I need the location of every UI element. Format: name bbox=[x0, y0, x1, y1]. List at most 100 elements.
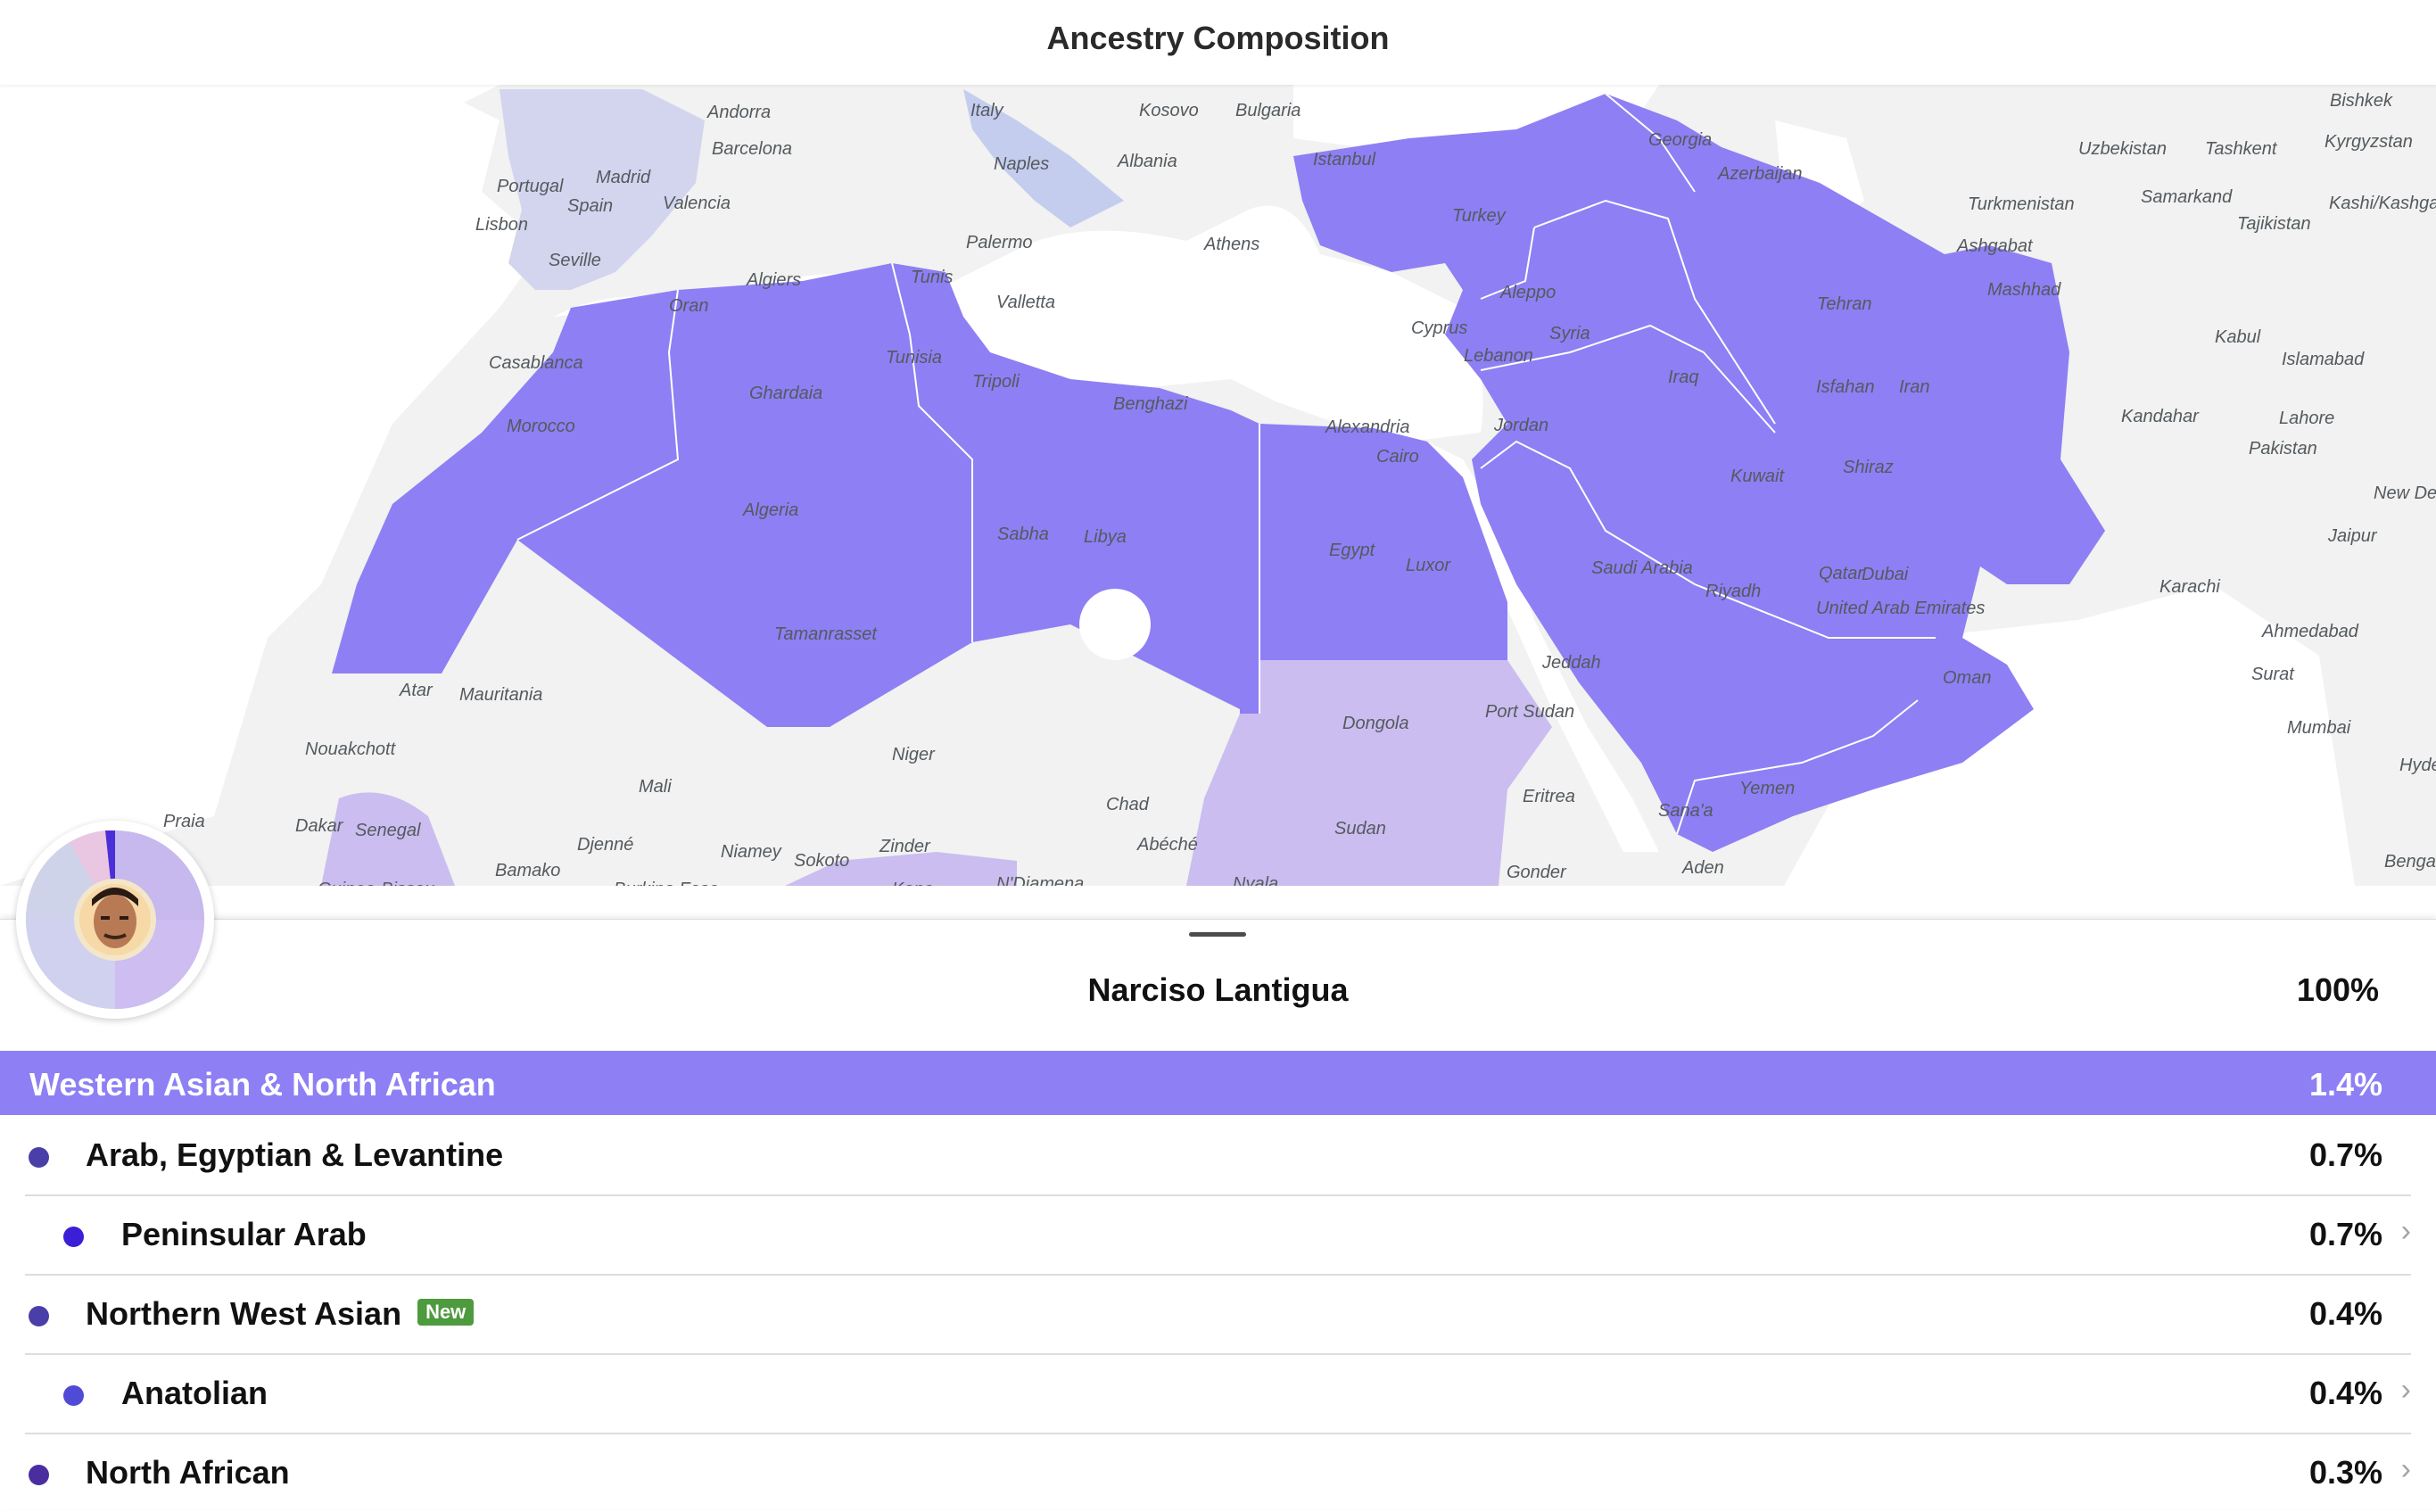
map-label: Tamanrasset bbox=[774, 624, 877, 644]
map-label: Samarkand bbox=[2141, 187, 2233, 207]
row-percent: 0.7% bbox=[2308, 1136, 2382, 1173]
map-label: Kandahar bbox=[2121, 407, 2199, 426]
row-northern-west-asian[interactable]: Northern West Asian New 0.4% bbox=[25, 1274, 2411, 1355]
map-label: Jeddah bbox=[1542, 653, 1601, 673]
row-label: Northern West Asian bbox=[86, 1295, 402, 1332]
map-label: Gonder bbox=[1507, 863, 1566, 882]
map-label: Dakar bbox=[295, 816, 343, 836]
map-label: Senegal bbox=[355, 821, 421, 840]
map-label: Ashgabat bbox=[1957, 236, 2033, 256]
map-label: Jaipur bbox=[2328, 526, 2377, 546]
map-label: Kashi/Kashgar bbox=[2329, 194, 2436, 213]
map-label: Sabha bbox=[997, 525, 1049, 544]
map-label: Egypt bbox=[1329, 541, 1375, 560]
map-label: Niger bbox=[892, 745, 935, 764]
map-label: Athens bbox=[1204, 235, 1260, 254]
chevron-right-icon[interactable]: › bbox=[2401, 1214, 2411, 1249]
sheet-grabber[interactable] bbox=[1189, 932, 1246, 937]
map-label: Tajikistan bbox=[2237, 214, 2311, 234]
map-label: Yemen bbox=[1739, 779, 1796, 798]
map-label: Karachi bbox=[2159, 577, 2220, 597]
map-label: Portugal bbox=[497, 177, 564, 196]
map-label: Kyrgyzstan bbox=[2325, 132, 2413, 152]
map-label: United Arab Emirates bbox=[1816, 599, 1986, 618]
map-label: Istanbul bbox=[1313, 150, 1376, 169]
map-label: Mali bbox=[639, 777, 672, 797]
composition-sheet: Narciso Lantigua 100% Western Asian & No… bbox=[0, 919, 2436, 1509]
map-label: Iran bbox=[1899, 377, 1930, 397]
row-arab-egyptian-levantine[interactable]: Arab, Egyptian & Levantine 0.7% bbox=[25, 1115, 2411, 1196]
row-label-wrap: Northern West Asian New bbox=[86, 1295, 475, 1333]
map-label: Valletta bbox=[996, 293, 1055, 312]
map-label: Syria bbox=[1549, 324, 1590, 343]
map-label: Eritrea bbox=[1523, 787, 1575, 806]
map-label: Zinder bbox=[879, 837, 930, 856]
region-header[interactable]: Western Asian & North African 1.4% bbox=[0, 1051, 2436, 1115]
map-label: Turkey bbox=[1452, 206, 1506, 226]
map-label: Barcelona bbox=[712, 139, 793, 159]
row-percent: 0.4% bbox=[2308, 1375, 2382, 1411]
map-label: Bulgaria bbox=[1235, 101, 1301, 120]
map-label: Benghazi bbox=[1113, 394, 1188, 414]
row-label: Arab, Egyptian & Levantine bbox=[86, 1136, 504, 1173]
map-label: Jordan bbox=[1494, 416, 1549, 435]
map-label: Shiraz bbox=[1843, 458, 1894, 477]
map-label: Dubai bbox=[1862, 565, 1909, 584]
map-label: Madrid bbox=[596, 168, 651, 187]
map-label: Ahmedabad bbox=[2262, 622, 2358, 641]
map-label: Turkmenistan bbox=[1968, 194, 2075, 214]
map-label: Oman bbox=[1943, 668, 1992, 688]
map-label: Tashkent bbox=[2205, 139, 2277, 159]
region-label: Western Asian & North African bbox=[29, 1066, 496, 1103]
map-label: Saudi Arabia bbox=[1591, 558, 1693, 578]
ancestry-map[interactable]: Italy Kosovo Bulgaria Andorra Barcelona Madri… bbox=[0, 85, 2436, 886]
map-label: Port Sudan bbox=[1485, 702, 1575, 722]
map-label: Nyala bbox=[1233, 874, 1279, 886]
map-label: Sudan bbox=[1334, 819, 1386, 839]
map-label: Chad bbox=[1106, 795, 1149, 814]
row-label: Peninsular Arab bbox=[121, 1216, 367, 1252]
row-percent: 0.4% bbox=[2308, 1295, 2382, 1332]
row-label: Anatolian bbox=[121, 1375, 268, 1411]
chevron-right-icon[interactable]: › bbox=[2401, 1452, 2411, 1487]
total-percent: 100% bbox=[2296, 971, 2379, 1008]
map-label: Algeria bbox=[743, 500, 799, 520]
map-label: Burkina Faso bbox=[614, 880, 719, 886]
map-label: Tripoli bbox=[972, 372, 1020, 392]
map-label: Tehran bbox=[1817, 294, 1872, 314]
row-percent: 0.7% bbox=[2308, 1216, 2382, 1252]
ancestry-donut-avatar[interactable] bbox=[16, 821, 214, 1019]
map-label: Morocco bbox=[507, 417, 575, 436]
map-label: Mauritania bbox=[459, 685, 543, 705]
map-label: Niamey bbox=[721, 842, 781, 862]
row-label: North African bbox=[86, 1454, 290, 1491]
map-label: Ghardaia bbox=[749, 384, 823, 403]
map-label: Libya bbox=[1084, 527, 1127, 547]
map-label: Palermo bbox=[966, 233, 1033, 252]
map-label: Tunis bbox=[911, 268, 954, 287]
map-label: Andorra bbox=[707, 103, 772, 122]
map-label: Valencia bbox=[663, 194, 731, 213]
map-label: Kosovo bbox=[1139, 101, 1199, 120]
map-label: Sokoto bbox=[794, 851, 850, 871]
map-label: Bamako bbox=[495, 861, 561, 880]
map-label: Iraq bbox=[1668, 368, 1699, 387]
row-anatolian[interactable]: Anatolian 0.4% › bbox=[25, 1353, 2411, 1434]
map-label: Spain bbox=[567, 196, 614, 216]
map-label: Naples bbox=[994, 154, 1050, 174]
map-label: Djenné bbox=[577, 835, 634, 855]
row-color-dot bbox=[29, 1306, 49, 1326]
map-label: Isfahan bbox=[1816, 377, 1875, 397]
region-percent: 1.4% bbox=[2308, 1066, 2382, 1103]
map-label: Sana'a bbox=[1658, 801, 1713, 821]
map-label: Lisbon bbox=[475, 215, 528, 235]
map-label: Aden bbox=[1682, 858, 1724, 878]
row-color-dot bbox=[29, 1147, 49, 1168]
map-label: Mumbai bbox=[2287, 718, 2351, 738]
map-label: Dongola bbox=[1342, 714, 1409, 733]
row-peninsular-arab[interactable]: Peninsular Arab 0.7% › bbox=[25, 1194, 2411, 1276]
chevron-right-icon[interactable]: › bbox=[2401, 1373, 2411, 1408]
map-label: Mashhad bbox=[1987, 280, 2061, 300]
row-north-african[interactable]: North African 0.3% › bbox=[25, 1433, 2411, 1512]
map-label: Georgia bbox=[1648, 130, 1713, 150]
